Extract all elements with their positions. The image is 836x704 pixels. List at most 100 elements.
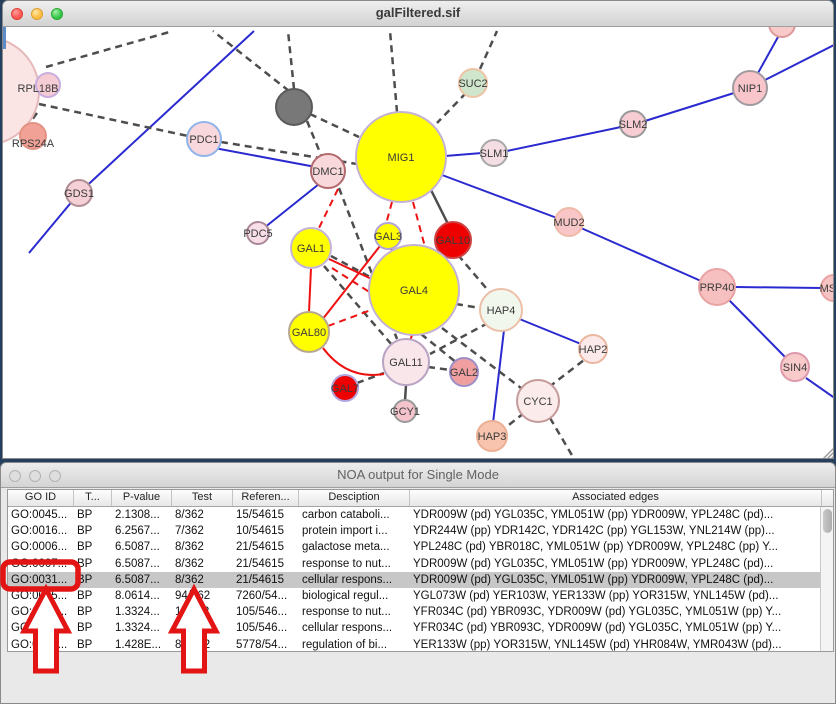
edge-blue: [507, 127, 621, 151]
column-header-t-[interactable]: T...: [74, 490, 112, 506]
table-row[interactable]: GO:0031...BP1.3324...11/362105/546...cel…: [8, 620, 833, 636]
edge-blue: [581, 228, 701, 281]
resize-grip-icon[interactable]: [831, 456, 834, 459]
noa-titlebar[interactable]: NOA output for Single Mode: [1, 463, 835, 488]
table-row[interactable]: GO:0065...BP8.0614...94/3627260/54...bio…: [8, 588, 833, 604]
column-header-associated-edges[interactable]: Associated edges: [410, 490, 822, 506]
cell: YPL248C (pd) YBR018C, YML051W (pp) YDR00…: [410, 539, 822, 555]
node-label: CYC1: [523, 396, 552, 408]
background-sliver: [3, 27, 6, 49]
node-unlabeled[interactable]: [769, 26, 795, 37]
edge-dashed: [437, 93, 466, 123]
cell: GO:0031...: [8, 620, 74, 636]
node-label: GCY1: [390, 406, 420, 418]
edge-blue: [264, 184, 319, 228]
column-header-test[interactable]: Test: [172, 490, 233, 506]
table-row[interactable]: GO:0007...BP6.5087...8/36221/54615respon…: [8, 556, 833, 572]
cell: 8/362: [172, 507, 233, 523]
edge-blue: [735, 287, 822, 288]
node-label: PDC1: [189, 134, 218, 146]
edge-blue: [806, 378, 834, 399]
edge-dashed: [46, 31, 173, 67]
cell: GO:0007...: [8, 556, 74, 572]
cell: BP: [74, 539, 112, 555]
edge-blue: [209, 147, 321, 168]
cell: 6.2567...: [112, 523, 172, 539]
edge-blue: [442, 175, 557, 218]
table-scrollbar[interactable]: [820, 507, 833, 651]
cell: 5778/54...: [233, 637, 299, 653]
cell: 11/362: [172, 604, 233, 620]
cell: protein import i...: [299, 523, 410, 539]
edge-dashed: [428, 367, 451, 370]
cell: GO:0031...: [8, 572, 74, 588]
cell: YGL073W (pd) YER103W, YER133W (pp) YOR31…: [410, 588, 822, 604]
edge-dashed: [550, 418, 573, 457]
cell: YFR034C (pd) YBR093C, YDR009W (pd) YGL03…: [410, 604, 822, 620]
table-row[interactable]: GO:0045...BP2.1308...8/36215/54615carbon…: [8, 507, 833, 523]
column-header-p-value[interactable]: P-value: [112, 490, 172, 506]
table-row[interactable]: GO:0031...BP1.3324...11/362105/546...res…: [8, 604, 833, 620]
cell: cellular respons...: [299, 620, 410, 636]
cell: 8/362: [172, 539, 233, 555]
cell: response to nut...: [299, 556, 410, 572]
cell: 6.5087...: [112, 539, 172, 555]
node-label: GAL11: [389, 357, 422, 369]
edge-red-dashed: [328, 310, 371, 326]
cell: 6.5087...: [112, 572, 172, 588]
node-label: GAL2: [450, 367, 478, 379]
edge-red: [323, 348, 384, 375]
edge-gray: [431, 190, 448, 224]
table-row[interactable]: GO:0050...BP1.428E...80/3625778/54...reg…: [8, 637, 833, 653]
edge-dashed: [213, 31, 289, 91]
table-row[interactable]: GO:0006...BP6.5087...8/36221/54615galact…: [8, 539, 833, 555]
node-label: SLM2: [619, 119, 648, 131]
node-label: RPS24A: [12, 138, 55, 150]
cell: BP: [74, 604, 112, 620]
node-label: NIP1: [738, 83, 762, 95]
cell: BP: [74, 588, 112, 604]
noa-window-title: NOA output for Single Mode: [1, 467, 835, 482]
edge-blue: [517, 318, 581, 344]
cell: 80/362: [172, 637, 233, 653]
network-window-title: galFiltered.sif: [3, 5, 833, 20]
edge-blue: [645, 93, 734, 121]
column-header-go-id[interactable]: GO ID: [8, 490, 74, 506]
cell: 94/362: [172, 588, 233, 604]
cell: GO:0016...: [8, 523, 74, 539]
node-unlabeled[interactable]: [276, 89, 312, 125]
cell: GO:0045...: [8, 507, 74, 523]
cell: YFR034C (pd) YBR093C, YDR009W (pd) YGL03…: [410, 620, 822, 636]
table-row[interactable]: GO:0016...BP6.2567...7/36210/54615protei…: [8, 523, 833, 539]
scrollbar-thumb[interactable]: [823, 509, 832, 533]
edge-gray: [405, 385, 406, 401]
cell: 8/362: [172, 556, 233, 572]
cell: GO:0050...: [8, 637, 74, 653]
table-row[interactable]: GO:0031...BP6.5087...8/36221/54615cellul…: [8, 572, 833, 588]
node-label: GAL10: [436, 235, 470, 247]
node-label: MIG1: [388, 152, 415, 164]
edge-dashed: [458, 255, 492, 295]
node-label: MSL1: [820, 283, 834, 295]
cell: BP: [74, 572, 112, 588]
cell: 8.0614...: [112, 588, 172, 604]
cell: 21/54615: [233, 572, 299, 588]
node-label: GAL80: [292, 327, 326, 339]
network-titlebar[interactable]: galFiltered.sif: [3, 1, 833, 27]
cell: YDR009W (pd) YGL035C, YML051W (pp) YDR00…: [410, 572, 822, 588]
column-header-referen-[interactable]: Referen...: [233, 490, 299, 506]
cell: 10/54615: [233, 523, 299, 539]
cell: YER133W (pp) YOR315W, YNL145W (pd) YHR08…: [410, 637, 822, 653]
edge-blue: [79, 31, 254, 193]
cell: 1.428E...: [112, 637, 172, 653]
edge-blue: [765, 44, 834, 80]
edge-dashed: [307, 121, 321, 155]
cell: GO:0065...: [8, 588, 74, 604]
edge-blue: [758, 37, 778, 73]
cell: response to nut...: [299, 604, 410, 620]
cell: BP: [74, 620, 112, 636]
network-canvas[interactable]: RPL18BRPS24AGDS1PDC1DMC1MIG1SUC2SLM1SLM2…: [3, 26, 834, 459]
column-header-desciption[interactable]: Desciption: [299, 490, 410, 506]
node-label: RPL18B: [18, 83, 59, 95]
node-label: HAP2: [579, 344, 608, 356]
